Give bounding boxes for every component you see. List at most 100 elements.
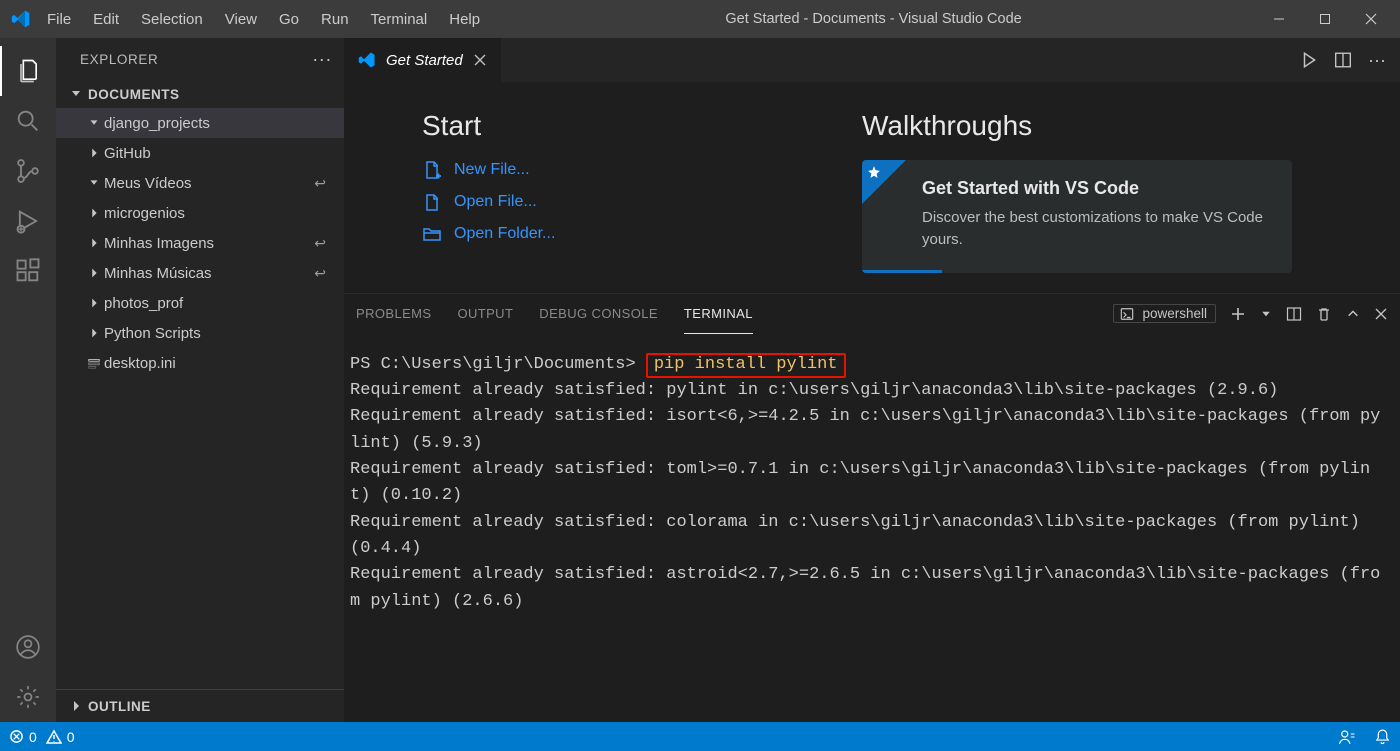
search-tab-icon[interactable] [0, 96, 56, 146]
menu-go[interactable]: Go [268, 0, 310, 38]
tree-item-meus-videos[interactable]: Meus Vídeos ↩ [56, 168, 344, 198]
close-tab-icon[interactable] [473, 53, 487, 67]
tree-label: GitHub [104, 145, 151, 162]
chevron-right-icon [84, 146, 104, 160]
explorer-sidebar: EXPLORER ··· DOCUMENTS django_projects G… [56, 38, 344, 722]
menu-file[interactable]: File [36, 0, 82, 38]
gear-icon[interactable] [0, 672, 56, 722]
tree-item-django-projects[interactable]: django_projects [56, 108, 344, 138]
accounts-icon[interactable] [0, 622, 56, 672]
editor-tabs: Get Started ··· [344, 38, 1400, 82]
symlink-icon: ↩ [314, 265, 326, 282]
tree-item-minhas-musicas[interactable]: Minhas Músicas ↩ [56, 258, 344, 288]
status-bell-icon[interactable] [1365, 722, 1400, 751]
split-editor-icon[interactable] [1334, 51, 1352, 69]
tree-item-minhas-imagens[interactable]: Minhas Imagens ↩ [56, 228, 344, 258]
start-heading: Start [422, 110, 802, 142]
shell-name: powershell [1142, 306, 1207, 321]
close-panel-icon[interactable] [1374, 307, 1388, 321]
terminal-line: Requirement already satisfied: astroid<2… [350, 565, 1380, 610]
menu-edit[interactable]: Edit [82, 0, 130, 38]
new-file-link[interactable]: New File... [422, 160, 802, 180]
tree-item-python-scripts[interactable]: Python Scripts [56, 318, 344, 348]
menu-help[interactable]: Help [438, 0, 491, 38]
tree-item-github[interactable]: GitHub [56, 138, 344, 168]
maximize-button[interactable] [1302, 0, 1348, 38]
terminal-line: Requirement already satisfied: toml>=0.7… [350, 460, 1370, 505]
source-control-tab-icon[interactable] [0, 146, 56, 196]
link-label: New File... [454, 161, 530, 179]
tree-label: Minhas Músicas [104, 265, 212, 282]
chevron-right-icon [68, 698, 84, 714]
extensions-tab-icon[interactable] [0, 246, 56, 296]
status-warnings[interactable]: 0 [46, 722, 84, 751]
walk-card-title: Get Started with VS Code [922, 178, 1270, 199]
terminal-line: Requirement already satisfied: isort<6,>… [350, 407, 1380, 452]
editor-area: Get Started ··· Start [344, 38, 1400, 722]
menu-bar: File Edit Selection View Go Run Terminal… [36, 0, 491, 38]
chevron-down-icon [68, 86, 84, 102]
menu-terminal[interactable]: Terminal [360, 0, 439, 38]
title-bar: File Edit Selection View Go Run Terminal… [0, 0, 1400, 38]
walk-progress [862, 270, 942, 273]
tree-item-photos-prof[interactable]: photos_prof [56, 288, 344, 318]
symlink-icon: ↩ [314, 235, 326, 252]
more-icon[interactable]: ··· [1368, 50, 1386, 71]
status-bar: 0 0 [0, 722, 1400, 751]
star-icon [867, 165, 881, 179]
panel-tab-debug-console[interactable]: DEBUG CONSOLE [539, 294, 658, 334]
outline-section[interactable]: OUTLINE [56, 689, 344, 722]
tree-label: Minhas Imagens [104, 235, 214, 252]
tree-label: Python Scripts [104, 325, 201, 342]
panel-tab-terminal[interactable]: TERMINAL [684, 294, 753, 334]
menu-run[interactable]: Run [310, 0, 360, 38]
warnings-count: 0 [67, 729, 75, 745]
run-debug-tab-icon[interactable] [0, 196, 56, 246]
terminal-command-highlight: pip install pylint [646, 353, 846, 378]
terminal-prompt: PS C:\Users\giljr\Documents> [350, 355, 646, 374]
window-title: Get Started - Documents - Visual Studio … [491, 11, 1256, 27]
chevron-down-icon [84, 176, 104, 190]
tab-get-started[interactable]: Get Started [344, 38, 502, 82]
tree-item-desktop-ini[interactable]: desktop.ini [56, 348, 344, 378]
maximize-panel-icon[interactable] [1346, 307, 1360, 321]
run-icon[interactable] [1300, 51, 1318, 69]
panel-tab-output[interactable]: OUTPUT [457, 294, 513, 334]
vscode-tab-icon [358, 51, 376, 69]
welcome-page: Start New File... Open File... Open F [344, 82, 1400, 293]
split-terminal-icon[interactable] [1286, 306, 1302, 322]
menu-view[interactable]: View [214, 0, 268, 38]
tree-label: Meus Vídeos [104, 175, 192, 192]
file-icon [84, 356, 104, 370]
new-terminal-icon[interactable] [1230, 306, 1246, 322]
terminal-line: Requirement already satisfied: pylint in… [350, 381, 1278, 400]
errors-count: 0 [29, 729, 37, 745]
close-button[interactable] [1348, 0, 1394, 38]
terminal-shell-selector[interactable]: powershell [1113, 304, 1216, 323]
tree-item-microgenios[interactable]: microgenios [56, 198, 344, 228]
link-label: Open File... [454, 193, 537, 211]
sidebar-more-icon[interactable]: ··· [312, 49, 332, 70]
chevron-right-icon [84, 326, 104, 340]
open-folder-link[interactable]: Open Folder... [422, 224, 802, 244]
kill-terminal-icon[interactable] [1316, 306, 1332, 322]
activity-bar [0, 38, 56, 722]
tree-label: desktop.ini [104, 355, 176, 372]
symlink-icon: ↩ [314, 175, 326, 192]
chevron-right-icon [84, 236, 104, 250]
status-feedback-icon[interactable] [1329, 722, 1365, 751]
tree-label: django_projects [104, 115, 210, 132]
outline-label: OUTLINE [88, 699, 151, 714]
terminal-output[interactable]: PS C:\Users\giljr\Documents> pip install… [344, 334, 1400, 723]
open-file-link[interactable]: Open File... [422, 192, 802, 212]
status-errors[interactable]: 0 [0, 722, 46, 751]
walkthrough-card[interactable]: Get Started with VS Code Discover the be… [862, 160, 1292, 273]
folder-root[interactable]: DOCUMENTS [56, 80, 344, 108]
menu-selection[interactable]: Selection [130, 0, 214, 38]
terminal-line: Requirement already satisfied: colorama … [350, 513, 1370, 558]
tree-label: photos_prof [104, 295, 183, 312]
explorer-tab-icon[interactable] [0, 46, 56, 96]
panel-tab-problems[interactable]: PROBLEMS [356, 294, 431, 334]
minimize-button[interactable] [1256, 0, 1302, 38]
terminal-dropdown-icon[interactable] [1260, 308, 1272, 320]
